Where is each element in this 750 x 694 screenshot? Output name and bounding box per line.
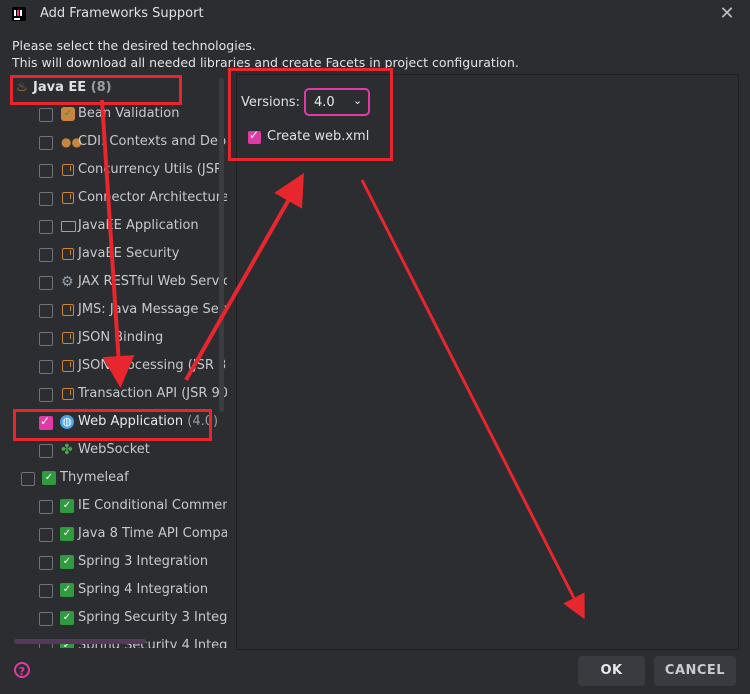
- ok-button[interactable]: OK: [578, 656, 645, 686]
- tree-item-cdi[interactable]: ●● CDI: Contexts and Depend: [9, 130, 227, 156]
- frameworks-tree: ♨ Java EE (8) ✓ Bean Validation ●● CDI: …: [9, 74, 227, 648]
- template-icon: [62, 304, 74, 316]
- tree-item-jms[interactable]: JMS: Java Message Servic: [9, 298, 227, 324]
- tree-item-spring-security3[interactable]: ✓ Spring Security 3 Integrat: [9, 606, 227, 632]
- tree-group-thymeleaf[interactable]: ✓ Thymeleaf: [9, 466, 227, 492]
- thymeleaf-icon: ✓: [42, 471, 56, 485]
- cancel-button[interactable]: CANCEL: [654, 656, 736, 686]
- title-bar: Add Frameworks Support ✕: [0, 0, 750, 30]
- bean-validation-icon: ✓: [61, 107, 75, 121]
- versions-label: Versions:: [241, 95, 300, 110]
- template-icon: [62, 388, 74, 400]
- framework-config-panel: [236, 74, 739, 650]
- checkbox[interactable]: [21, 472, 35, 486]
- tree-item-json-processing[interactable]: JSON Processing (JSR 353: [9, 354, 227, 380]
- folder-icon: [61, 221, 76, 232]
- gear-icon: ⚙: [61, 274, 74, 290]
- chevron-down-icon: ⌄: [353, 94, 363, 107]
- tree-item-ie-conditional-comments[interactable]: ✓ IE Conditional Comments: [9, 494, 227, 520]
- description-line-1: Please select the desired technologies.: [12, 38, 256, 53]
- intellij-logo-icon: [12, 7, 26, 21]
- java-icon: ♨: [16, 80, 28, 95]
- checkbox[interactable]: [39, 276, 53, 290]
- tree-item-javaee-application[interactable]: JavaEE Application: [9, 214, 227, 240]
- checkbox[interactable]: [39, 556, 53, 570]
- create-web-xml-checkbox[interactable]: [248, 128, 261, 144]
- checkbox[interactable]: [39, 164, 53, 178]
- tree-item-spring4-integration[interactable]: ✓ Spring 4 Integration: [9, 578, 227, 604]
- tree-item-concurrency-utils[interactable]: Concurrency Utils (JSR 236: [9, 158, 227, 184]
- checkbox[interactable]: [39, 528, 53, 542]
- checkbox[interactable]: [39, 248, 53, 262]
- web-application-label: Web Application: [78, 414, 184, 429]
- version-select[interactable]: 4.0 ⌄: [304, 88, 370, 116]
- checkbox[interactable]: [39, 612, 53, 626]
- checkbox[interactable]: [39, 584, 53, 598]
- web-application-version: (4.0): [187, 414, 219, 429]
- thymeleaf-icon: ✓: [60, 555, 74, 569]
- tree-item-websocket[interactable]: ✤ WebSocket: [9, 438, 227, 464]
- description: Please select the desired technologies. …: [12, 37, 519, 71]
- thymeleaf-icon: ✓: [60, 499, 74, 513]
- puzzle-icon: ✤: [61, 442, 73, 458]
- template-icon: [62, 164, 74, 176]
- globe-icon: ◍: [60, 415, 74, 429]
- template-icon: [62, 332, 74, 344]
- tree-item-jax-rs[interactable]: ⚙ JAX RESTful Web Services: [9, 270, 227, 296]
- tree-vertical-scrollbar[interactable]: [219, 78, 224, 412]
- checkbox[interactable]: [39, 108, 53, 122]
- checkbox[interactable]: [39, 444, 53, 458]
- checkbox[interactable]: [39, 304, 53, 318]
- checkbox-checked[interactable]: [39, 414, 53, 430]
- create-web-xml-label: Create web.xml: [267, 129, 370, 144]
- template-icon: [62, 248, 74, 260]
- tree-item-javaee-security[interactable]: JavaEE Security: [9, 242, 227, 268]
- checkbox[interactable]: [39, 332, 53, 346]
- checkbox[interactable]: [39, 388, 53, 402]
- checkbox[interactable]: [39, 136, 53, 150]
- thymeleaf-icon: ✓: [60, 611, 74, 625]
- tree-item-connector-architecture[interactable]: Connector Architecture (JS: [9, 186, 227, 212]
- cdi-icon: ●●: [61, 135, 82, 149]
- tree-item-java8-time-api[interactable]: ✓ Java 8 Time API Compatib: [9, 522, 227, 548]
- help-icon[interactable]: ?: [14, 662, 30, 678]
- tree-item-bean-validation[interactable]: ✓ Bean Validation: [9, 102, 227, 128]
- dialog-title: Add Frameworks Support: [40, 6, 204, 21]
- template-icon: [62, 192, 74, 204]
- thymeleaf-icon: ✓: [60, 583, 74, 597]
- checkbox[interactable]: [39, 500, 53, 514]
- tree-item-transaction-api[interactable]: Transaction API (JSR 907): [9, 382, 227, 408]
- tree-item-json-binding[interactable]: JSON Binding: [9, 326, 227, 352]
- thymeleaf-icon: ✓: [60, 527, 74, 541]
- java-ee-count: (8): [90, 80, 112, 95]
- description-line-2: This will download all needed libraries …: [12, 55, 519, 70]
- tree-horizontal-scrollbar[interactable]: [14, 639, 146, 644]
- java-ee-label: Java EE: [33, 80, 87, 95]
- checkbox[interactable]: [39, 360, 53, 374]
- tree-item-web-application[interactable]: ◍ Web Application (4.0): [9, 410, 227, 436]
- checkbox[interactable]: [39, 220, 53, 234]
- checkbox[interactable]: [39, 192, 53, 206]
- tree-item-spring3-integration[interactable]: ✓ Spring 3 Integration: [9, 550, 227, 576]
- close-icon[interactable]: ✕: [716, 2, 738, 26]
- tree-group-java-ee[interactable]: ♨ Java EE (8): [9, 76, 227, 102]
- version-value: 4.0: [314, 95, 335, 110]
- template-icon: [62, 360, 74, 372]
